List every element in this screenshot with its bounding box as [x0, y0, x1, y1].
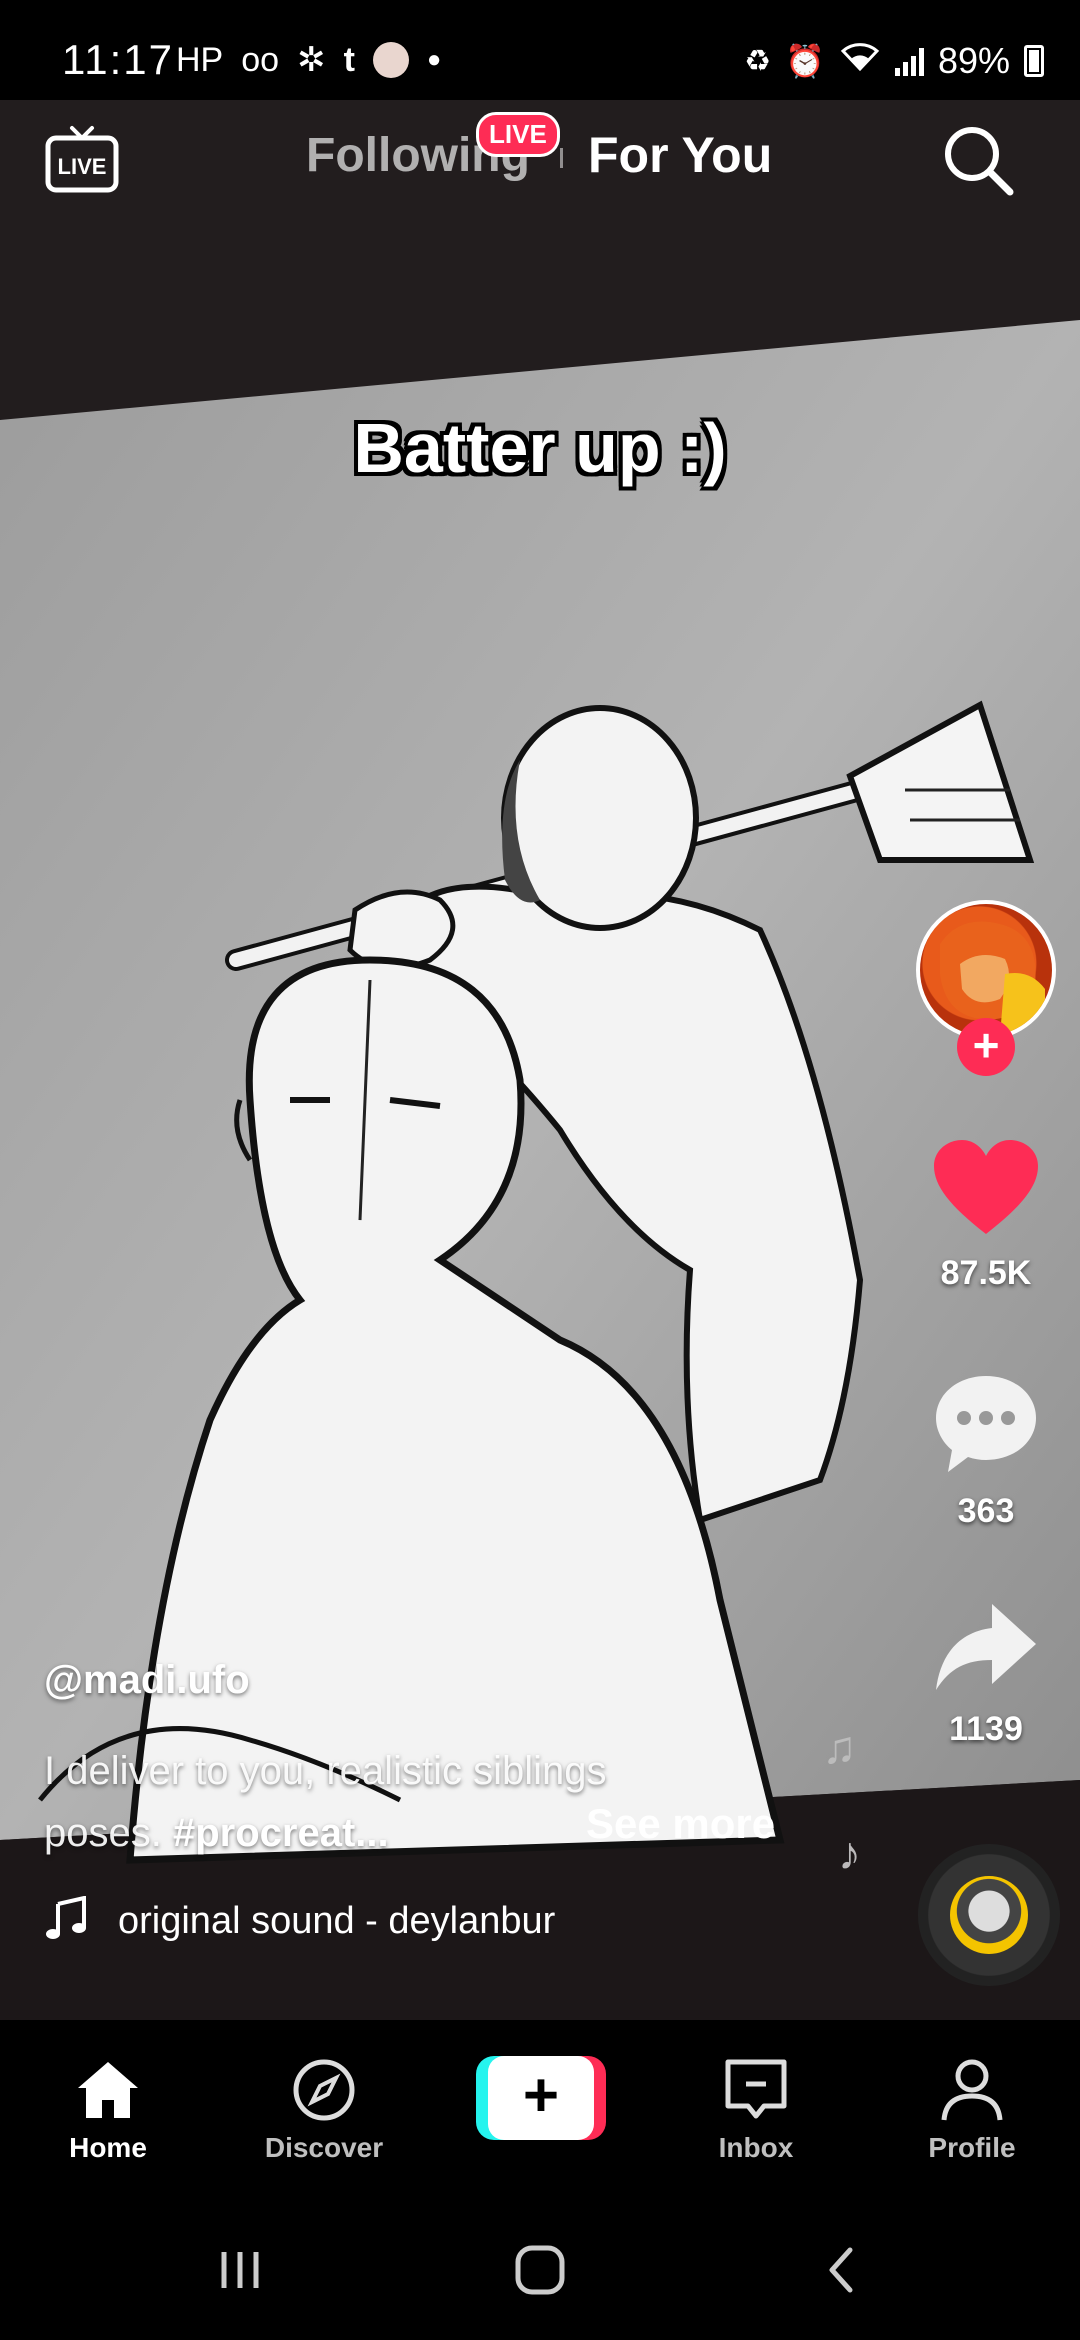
- plus-icon: +: [488, 2056, 594, 2140]
- creator-username[interactable]: @madi.ufo: [44, 1658, 250, 1703]
- battery-percent: 89%: [937, 40, 1010, 81]
- search-icon: [945, 127, 1014, 196]
- tab-for-you[interactable]: For You: [588, 126, 772, 184]
- home-icon: [78, 2062, 138, 2118]
- sound-marquee[interactable]: original sound - deylanbur: [118, 1900, 588, 1943]
- live-badge: LIVE: [476, 112, 560, 157]
- svg-text:LIVE: LIVE: [58, 154, 107, 179]
- nav-inbox-label: Inbox: [718, 2132, 794, 2163]
- comment-icon[interactable]: [930, 1368, 1042, 1480]
- hp-icon: HP: [176, 40, 224, 79]
- compass-icon: [293, 2059, 355, 2121]
- recent-apps-icon[interactable]: [210, 2240, 270, 2300]
- dot-icon: ●: [426, 46, 442, 73]
- nav-discover[interactable]: Discover: [216, 2020, 432, 2200]
- like-count: 87.5K: [940, 1254, 1032, 1292]
- see-more-button[interactable]: See more: [586, 1800, 775, 1848]
- floating-note-icon: ♪: [838, 1827, 861, 1879]
- tumblr-icon: t: [343, 40, 355, 79]
- alarm-icon: ⏰: [785, 43, 825, 79]
- recycle-icon: ♻: [744, 44, 772, 78]
- nav-discover-label: Discover: [264, 2132, 384, 2163]
- wifi-icon: [839, 40, 881, 82]
- live-button[interactable]: LIVE: [44, 122, 120, 198]
- video-caption: Batter up :): [353, 409, 727, 487]
- sound-disc-cover: [950, 1876, 1028, 1954]
- signal-icon: [894, 46, 924, 76]
- nav-home-label: Home: [69, 2132, 147, 2163]
- sound-title: original sound - deylanbur: [118, 1900, 556, 1942]
- nav-profile-label: Profile: [928, 2132, 1016, 2163]
- pinwheel-icon: ✲: [297, 41, 326, 79]
- follow-button[interactable]: +: [957, 1018, 1015, 1076]
- comment-count: 363: [957, 1492, 1015, 1530]
- bottom-nav: Home Discover + Inbox Profile: [0, 2020, 1080, 2200]
- search-button[interactable]: [940, 122, 1016, 198]
- home-system-icon[interactable]: [510, 2240, 570, 2300]
- share-icon[interactable]: [930, 1594, 1042, 1706]
- back-icon[interactable]: [812, 2240, 872, 2300]
- avatar-notification-icon: [372, 42, 409, 78]
- hashtag-link[interactable]: #procreat...: [173, 1811, 389, 1855]
- heart-icon[interactable]: [930, 1134, 1042, 1246]
- voicemail-icon: oo: [241, 40, 280, 79]
- tab-divider: [560, 148, 563, 168]
- status-time: 11:17: [62, 36, 174, 83]
- share-count: 1139: [949, 1710, 1023, 1748]
- system-nav-bar: [0, 2200, 1080, 2340]
- battery-icon: [1024, 45, 1044, 77]
- creator-avatar-image: [940, 921, 1045, 1036]
- nav-home[interactable]: Home: [0, 2020, 216, 2200]
- status-right: ♻ ⏰ 89%: [744, 40, 1044, 82]
- nav-inbox[interactable]: Inbox: [648, 2020, 864, 2200]
- profile-icon: [941, 2059, 1003, 2121]
- inbox-icon: [725, 2059, 787, 2119]
- live-tv-icon: LIVE: [45, 126, 119, 193]
- nav-profile[interactable]: Profile: [864, 2020, 1080, 2200]
- create-button[interactable]: +: [476, 2056, 606, 2140]
- notification-icons: HP oo ✲ t ●: [176, 40, 441, 80]
- status-bar: 11:17 HP oo ✲ t ● ♻ ⏰ 89%: [0, 0, 1080, 100]
- top-tab-bar: LIVE Following LIVE For You: [0, 100, 1080, 220]
- floating-note-icon: ♫: [822, 1721, 857, 1773]
- music-note-icon: [46, 1896, 86, 1939]
